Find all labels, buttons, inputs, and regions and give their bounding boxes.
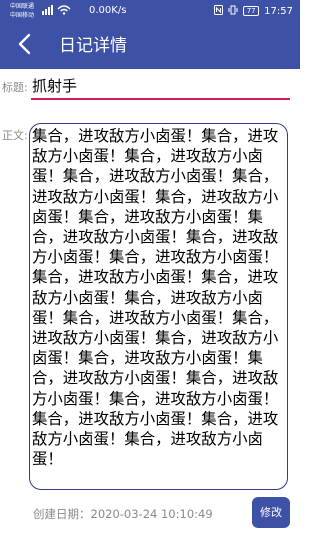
battery-icon: 77 [243,6,260,16]
hd-signal-icon [42,5,54,17]
status-right: 77 17:57 [214,4,293,18]
app-bar: 日记详情 [0,24,300,69]
carrier-2: 中国移动 [10,12,35,19]
title-label: 标题: [2,81,28,94]
body-label: 正文: [2,129,28,142]
created-date-label: 创建日期： [33,507,91,521]
nfc-icon [214,4,224,18]
page-title: 日记详情 [59,36,127,56]
edit-button[interactable]: 修改 [252,497,290,528]
body-text: 集合，进攻敌方小卤蛋！集合，进攻敌方小卤蛋！集合，进攻敌方小卤蛋！集合，进攻敌方… [32,127,279,469]
created-date-value: 2020-03-24 10:10:49 [90,507,213,521]
carrier-info: 中国联通 中国移动 [10,2,34,20]
signal-indicators [42,4,71,18]
network-speed: 0.00K/s [89,5,127,16]
created-date: 创建日期：2020-03-24 10:10:49 [33,507,213,521]
vibrate-icon [228,5,238,18]
carrier-1: 中国联通 [10,3,35,10]
back-button[interactable] [12,33,36,59]
wifi-icon [57,5,71,17]
title-field[interactable]: 抓射手 [31,75,290,100]
chevron-left-icon [17,33,31,59]
clock: 17:57 [264,5,293,17]
body-field[interactable]: 集合，进攻敌方小卤蛋！集合，进攻敌方小卤蛋！集合，进攻敌方小卤蛋！集合，进攻敌方… [29,123,288,490]
status-bar: 中国联通 中国移动 0.00K/s 77 17:57 [0,0,300,24]
